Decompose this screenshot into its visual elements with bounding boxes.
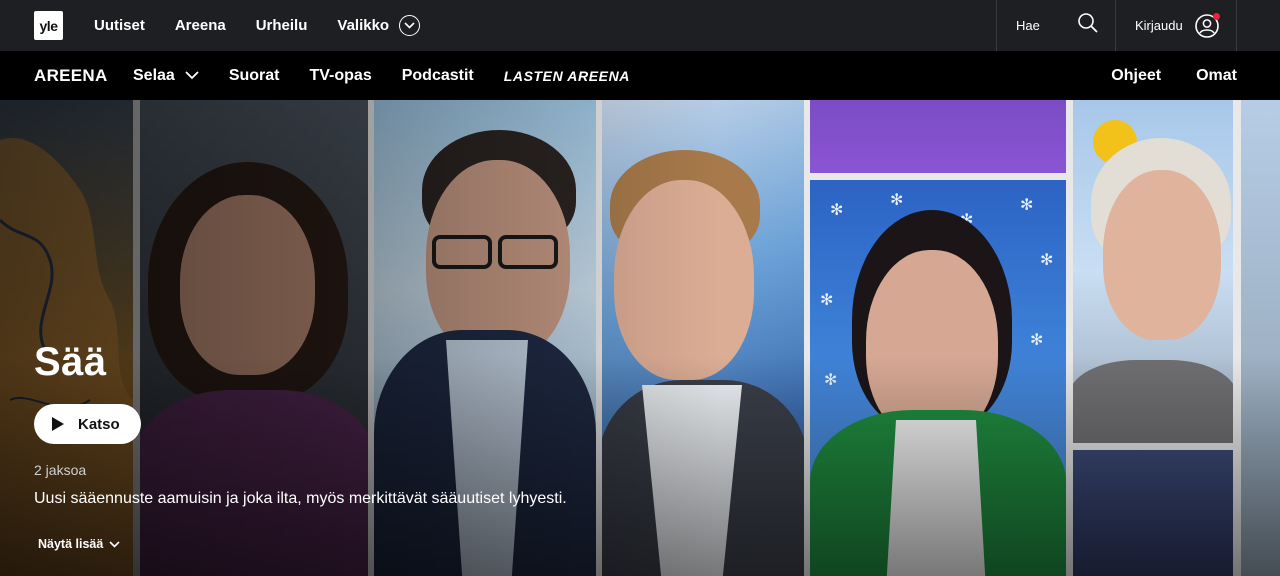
program-title: Sää bbox=[34, 340, 107, 384]
snowflake-icon: ✻ bbox=[1040, 252, 1054, 269]
snowflake-icon: ✻ bbox=[830, 202, 844, 219]
nav-valikko[interactable]: Valikko bbox=[337, 15, 421, 36]
nav-lasten-areena[interactable]: LASTEN AREENA bbox=[504, 68, 630, 84]
nav-suorat[interactable]: Suorat bbox=[229, 67, 280, 85]
areena-nav: Selaa Suorat TV-opas Podcastit LASTEN AR… bbox=[133, 51, 660, 100]
play-icon bbox=[52, 417, 64, 431]
yle-topbar: yle Uutiset Areena Urheilu Valikko Hae K… bbox=[0, 0, 1280, 51]
search-label: Hae bbox=[1016, 18, 1040, 33]
yle-main-nav: Uutiset Areena Urheilu Valikko bbox=[94, 0, 450, 51]
collage-divider bbox=[810, 173, 1066, 180]
show-more-button[interactable]: Näytä lisää bbox=[38, 537, 120, 551]
areena-nav-right: Ohjeet Omat bbox=[1076, 51, 1237, 100]
nav-urheilu[interactable]: Urheilu bbox=[256, 17, 308, 34]
watch-button[interactable]: Katso bbox=[34, 404, 141, 444]
watch-label: Katso bbox=[78, 415, 120, 433]
search-button[interactable]: Hae bbox=[996, 0, 1115, 51]
login-label: Kirjaudu bbox=[1135, 18, 1183, 33]
nav-tv-opas[interactable]: TV-opas bbox=[309, 67, 371, 85]
snowflake-icon: ✻ bbox=[1030, 332, 1044, 349]
hero-banner: ✻ ✻ ✻ ✻ ✻ ✻ ✻ ✻ Sää Katso 2 jaksoa Uusi … bbox=[0, 100, 1280, 576]
hero-bottom-shade bbox=[0, 356, 1280, 576]
nav-selaa[interactable]: Selaa bbox=[133, 67, 199, 85]
search-icon bbox=[1077, 12, 1099, 39]
episode-count: 2 jaksoa bbox=[34, 462, 87, 478]
chevron-down-icon bbox=[399, 15, 421, 36]
login-button[interactable]: Kirjaudu bbox=[1115, 0, 1237, 51]
user-icon bbox=[1194, 12, 1220, 38]
topbar-actions: Hae Kirjaudu bbox=[996, 0, 1237, 51]
weather-graphic-image bbox=[810, 100, 1066, 173]
notification-dot bbox=[1212, 12, 1220, 20]
nav-omat[interactable]: Omat bbox=[1196, 67, 1237, 85]
snowflake-icon: ✻ bbox=[1020, 197, 1034, 214]
valikko-label: Valikko bbox=[337, 17, 390, 34]
nav-ohjeet[interactable]: Ohjeet bbox=[1111, 67, 1161, 85]
program-description: Uusi sääennuste aamuisin ja joka ilta, m… bbox=[34, 490, 567, 507]
nav-podcastit[interactable]: Podcastit bbox=[402, 67, 474, 85]
selaa-label: Selaa bbox=[133, 66, 175, 84]
yle-logo[interactable]: yle bbox=[34, 11, 63, 40]
snowflake-icon: ✻ bbox=[890, 192, 904, 209]
areena-logo[interactable]: AREENA bbox=[34, 51, 108, 100]
snowflake-icon: ✻ bbox=[820, 292, 834, 309]
chevron-down-icon bbox=[109, 537, 120, 551]
show-more-label: Näytä lisää bbox=[38, 537, 104, 551]
nav-uutiset[interactable]: Uutiset bbox=[94, 17, 145, 34]
areena-navbar: AREENA Selaa Suorat TV-opas Podcastit LA… bbox=[0, 51, 1280, 100]
chevron-down-icon bbox=[185, 71, 199, 80]
nav-areena[interactable]: Areena bbox=[175, 17, 226, 34]
